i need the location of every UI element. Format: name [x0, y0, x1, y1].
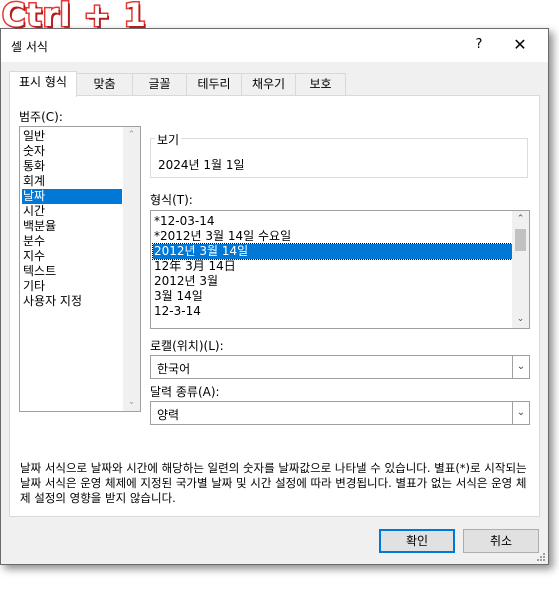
category-item[interactable]: 텍스트	[22, 264, 122, 279]
calendar-select[interactable]: 양력 ⌄	[150, 401, 530, 425]
category-label: 범주(C):	[19, 110, 63, 124]
tab-border[interactable]: 테두리	[186, 73, 242, 95]
format-item[interactable]: 2012년 3월	[153, 274, 512, 289]
calendar-label: 달력 종류(A):	[150, 385, 220, 399]
locale-label: 로캘(위치)(L):	[150, 339, 224, 353]
ok-button[interactable]: 확인	[379, 529, 455, 553]
format-description: 날짜 서식으로 날짜와 시간에 해당하는 일련의 숫자를 날짜값으로 나타낼 수…	[20, 461, 527, 505]
locale-select[interactable]: 한국어 ⌄	[150, 355, 530, 379]
chevron-up-icon[interactable]: ⌃	[512, 211, 529, 228]
close-button[interactable]: ✕	[507, 35, 533, 55]
tab-alignment[interactable]: 맞춤	[76, 73, 133, 95]
category-item[interactable]: 기타	[22, 279, 122, 294]
chevron-down-icon[interactable]: ⌄	[512, 402, 529, 424]
format-item-selected[interactable]: 2012년 3월 14일	[152, 243, 513, 260]
number-format-panel: 범주(C): 일반 숫자 통화 회계 날짜 시간 백분율 분수 지수 텍스트 기…	[9, 95, 540, 517]
category-item[interactable]: 사용자 지정	[22, 294, 122, 309]
format-type-listbox[interactable]: *12-03-14 *2012년 3월 14일 수요일 2012년 3월 14일…	[150, 210, 530, 329]
chevron-down-icon[interactable]: ⌄	[512, 356, 529, 378]
format-item[interactable]: *2012년 3월 14일 수요일	[153, 229, 512, 244]
category-listbox[interactable]: 일반 숫자 통화 회계 날짜 시간 백분율 분수 지수 텍스트 기타 사용자 지…	[19, 126, 141, 412]
sample-value: 2024년 1월 1일	[158, 158, 245, 172]
format-item[interactable]: 12-3-14	[153, 304, 512, 319]
format-scrollbar[interactable]: ⌃ ⌄	[512, 211, 529, 328]
category-scrollbar[interactable]: ⌃ ⌄	[123, 127, 140, 411]
category-item[interactable]: 회계	[22, 174, 122, 189]
locale-value: 한국어	[157, 362, 191, 376]
help-button[interactable]: ?	[469, 35, 489, 55]
format-item[interactable]: 12年 3月 14日	[153, 259, 512, 274]
category-item[interactable]: 분수	[22, 234, 122, 249]
category-item[interactable]: 숫자	[22, 144, 122, 159]
chevron-down-icon[interactable]: ⌄	[123, 394, 140, 411]
close-icon: ✕	[513, 35, 527, 54]
tab-protection[interactable]: 보호	[295, 73, 346, 95]
format-type-label: 형식(T):	[150, 193, 193, 207]
category-item[interactable]: 백분율	[22, 219, 122, 234]
sample-label: 보기	[155, 131, 182, 148]
chevron-down-icon[interactable]: ⌄	[512, 311, 529, 328]
category-item[interactable]: 시간	[22, 204, 122, 219]
tab-number[interactable]: 표시 형식	[9, 71, 77, 97]
format-item[interactable]: 3월 14일	[153, 289, 512, 304]
category-item[interactable]: 통화	[22, 159, 122, 174]
format-cells-dialog: 셀 서식 ? ✕ 표시 형식 맞춤 글꼴 테두리 채우기 보호 범주(C): 일…	[0, 28, 549, 565]
chevron-up-icon[interactable]: ⌃	[123, 127, 140, 144]
scrollbar-thumb[interactable]	[515, 229, 526, 251]
category-item-selected[interactable]: 날짜	[22, 189, 122, 204]
category-item[interactable]: 지수	[22, 249, 122, 264]
resize-grip-icon[interactable]	[534, 550, 546, 562]
shortcut-overlay-label: Ctrl + 1	[1, 0, 148, 36]
category-item[interactable]: 일반	[22, 129, 122, 144]
tab-fill[interactable]: 채우기	[241, 73, 296, 95]
dialog-title: 셀 서식	[11, 40, 48, 54]
calendar-value: 양력	[157, 408, 180, 422]
cancel-button[interactable]: 취소	[463, 529, 539, 553]
tab-font[interactable]: 글꼴	[132, 73, 187, 95]
format-item[interactable]: *12-03-14	[153, 214, 512, 229]
